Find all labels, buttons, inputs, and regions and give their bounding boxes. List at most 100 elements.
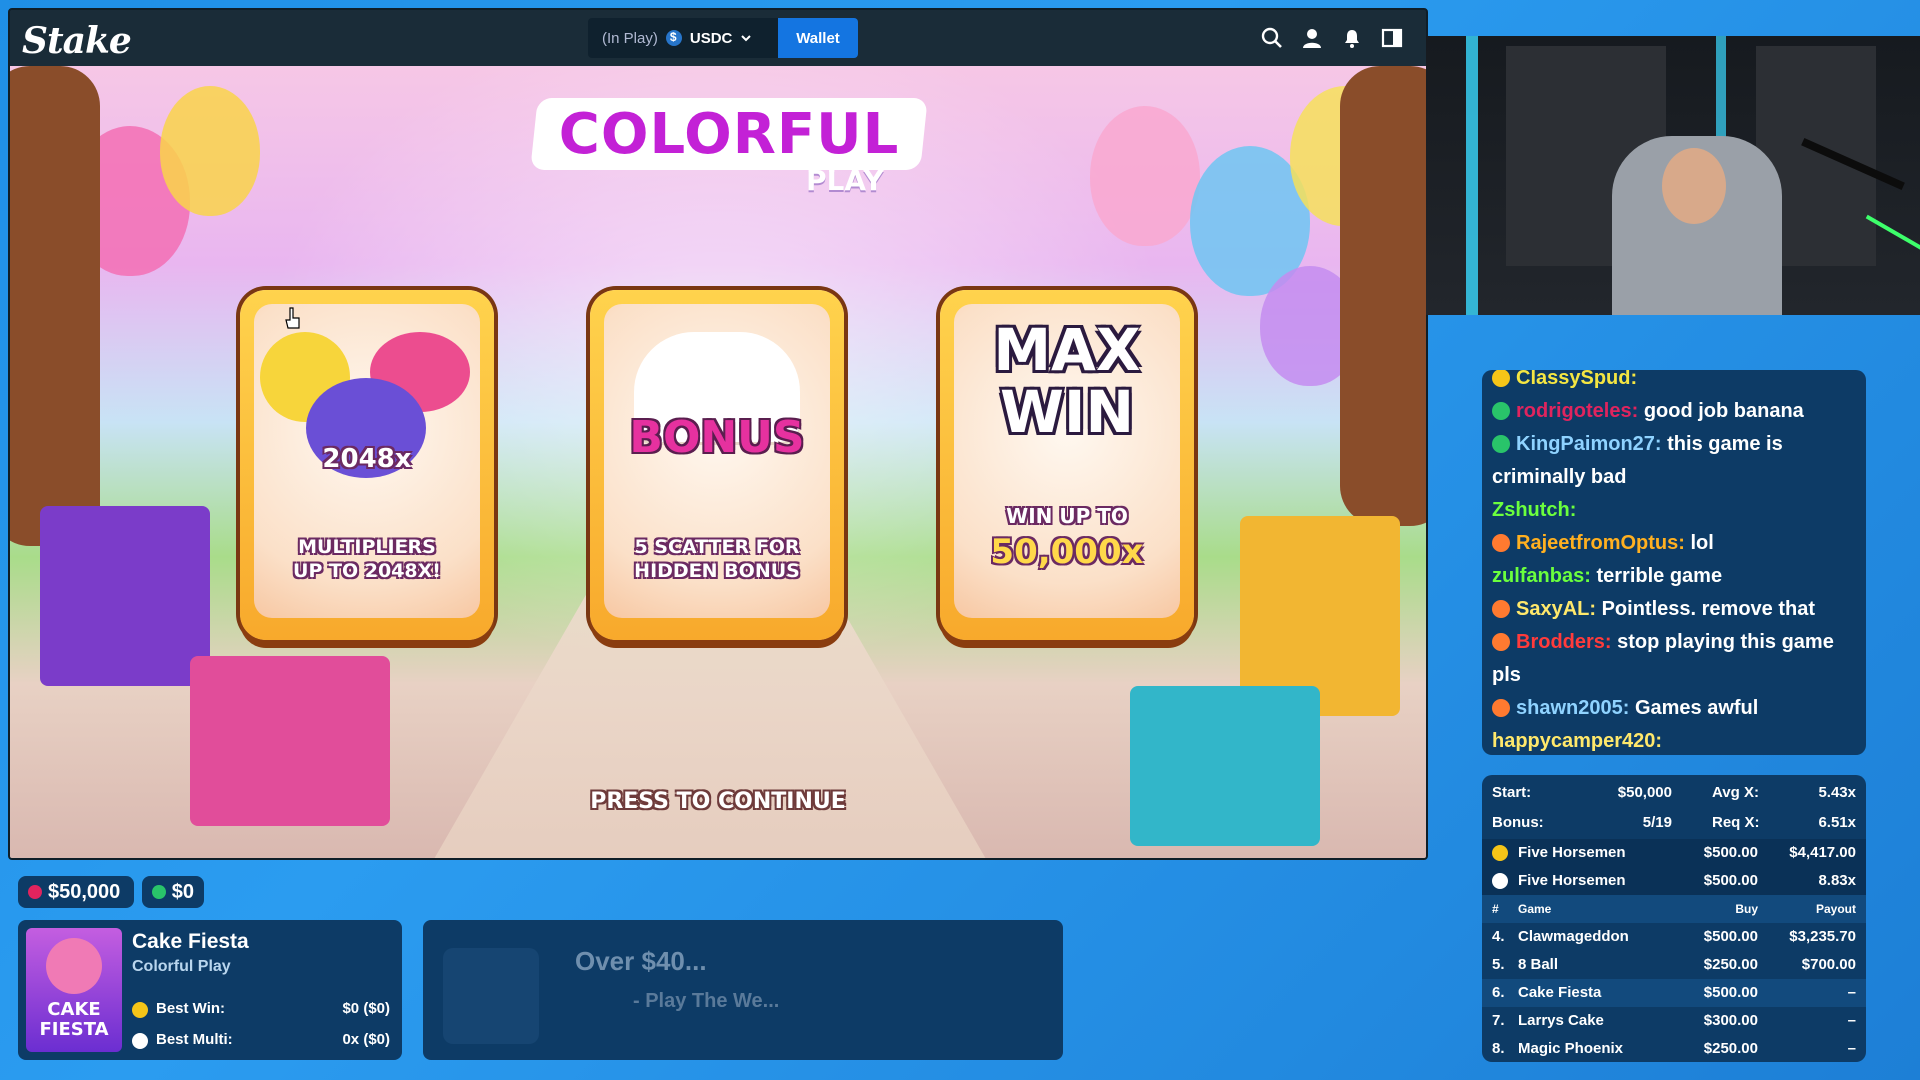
row-num: 6. [1492,984,1505,1001]
header-payout: Payout [1815,902,1856,916]
search-icon[interactable] [1260,26,1284,50]
chat-message: shawn2005: Games awful [1492,692,1858,725]
balloon-decoration [1090,106,1200,246]
chat-message: zulfanbas: terrible game [1492,560,1858,593]
chat-text: stop playing this game [1617,631,1834,653]
chat-message: ClassySpud: [1492,370,1858,395]
chat-username[interactable]: zulfanbas: [1492,565,1591,587]
chat-username[interactable]: RajeetfromOptus: [1516,532,1685,554]
start-balance: $50,000 [48,880,121,903]
promo-subtitle: - Play The We... [633,990,780,1012]
chat-text: good job banana [1643,400,1804,422]
feature-card-bonus[interactable]: BONUS 5 SCATTER FOR HIDDEN BONUS [590,290,844,640]
currency-selector[interactable]: (In Play) USDC [588,18,778,58]
chat-message: pls [1492,659,1858,692]
press-to-continue[interactable]: PRESS TO CONTINUE [10,789,1426,814]
chat-badge-icon [1492,402,1510,420]
stake-logo[interactable]: Stake [22,20,132,62]
row-buy: $500.00 [1703,928,1758,945]
row-num: 4. [1492,928,1505,945]
chat-text: lol [1690,532,1714,554]
row-buy: $500.00 [1703,984,1758,1001]
bonus-value: 5/19 [1642,814,1672,831]
row-buy: $300.00 [1703,1012,1758,1029]
max-win-art-line2: WIN [999,378,1135,446]
row-num: 5. [1492,956,1505,973]
multiplier-icon [1492,873,1508,889]
feature-card-max-win[interactable]: MAX WIN WIN UP TO 50,000x [940,290,1194,640]
table-row: 4. Clawmageddon $500.00 $3,235.70 [1482,923,1866,951]
row-payout: – [1847,984,1856,1001]
start-balance-pill: $50,000 [18,876,134,908]
game-name: Cake Fiesta [132,930,249,953]
best-multi-label: Best Multi: [156,1031,233,1048]
best-game-buy: $500.00 [1703,872,1758,889]
card-inner: 2048x MULTIPLIERS UP TO 2048X! [254,304,480,618]
gift-decoration [40,506,210,686]
led-strip-decoration [1466,36,1478,315]
stake-topbar: Stake (In Play) USDC Wallet [10,10,1426,66]
row-buy: $250.00 [1703,1040,1758,1057]
row-game: 8 Ball [1518,956,1559,973]
profit-pill: $0 [142,876,204,908]
best-game-buy: $500.00 [1703,844,1758,861]
bonus-label: Bonus: [1492,814,1544,831]
row-buy: $250.00 [1703,956,1758,973]
chat-username[interactable]: Brodders: [1516,631,1612,653]
usdc-icon [665,30,682,46]
chat-username[interactable]: ClassySpud: [1516,370,1637,389]
chat-text: terrible game [1596,565,1723,587]
sidebar-toggle-icon[interactable] [1380,26,1404,50]
start-value: $50,000 [1617,784,1672,801]
card-caption-line2: UP TO 2048X! [293,560,441,582]
game-subtitle: PLAY [806,164,884,197]
chat-text: Pointless. remove that [1601,598,1815,620]
best-multi-value: 0x ($0) [342,1031,390,1048]
trophy-icon [1492,845,1508,861]
reqx-label: Req X: [1712,814,1760,831]
chat-badge-icon [1492,633,1510,651]
chat-username[interactable]: Zshutch: [1492,499,1576,521]
best-win-row: Five Horsemen $500.00 $4,417.00 [1482,839,1866,867]
chat-badge-icon [1492,370,1510,387]
game-canvas[interactable]: COLORFUL PLAY 2048x MULTIPLIERS UP TO 20… [10,66,1426,858]
user-icon[interactable] [1300,26,1324,50]
card-inner: MAX WIN WIN UP TO 50,000x [954,304,1180,618]
chat-username[interactable]: KingPaimon27: [1516,433,1662,455]
table-row: 7. Larrys Cake $300.00 – [1482,1007,1866,1035]
best-game-name: Five Horsemen [1518,872,1626,889]
streamer-face [1662,148,1726,224]
stats-summary-row: Start: $50,000 Avg X: 5.43x [1482,779,1866,807]
row-game: Clawmageddon [1518,928,1629,945]
chat-message: KingPaimon27: this game is [1492,428,1858,461]
row-payout: $3,235.70 [1789,928,1856,945]
chat-username[interactable]: rodrigoteles: [1516,400,1638,422]
chat-username[interactable]: happycamper420: [1492,730,1662,752]
chat-text: pls [1492,664,1521,686]
bonus-art-text: BONUS [629,412,805,463]
best-game-result: 8.83x [1818,872,1856,889]
promo-title: Over $40... [575,946,707,976]
stats-table-header: # Game Buy Payout [1482,895,1866,923]
tree-decoration [1340,66,1426,526]
card-caption-line1: WIN UP TO [1006,504,1128,528]
hand-cursor-icon [285,307,300,329]
row-game: Magic Phoenix [1518,1040,1624,1057]
thumb-line1: CAKE [47,999,101,1020]
avgx-value: 5.43x [1818,784,1856,801]
promo-panel: Over $40... - Play The We... [423,920,1063,1060]
row-payout: $700.00 [1801,956,1856,973]
row-payout: – [1847,1040,1856,1057]
chevron-down-icon [741,35,752,42]
max-win-art-line1: MAX [993,316,1141,384]
chat-text: criminally bad [1492,466,1627,488]
chat-message: rodrigoteles: good job banana [1492,395,1858,428]
chat-username[interactable]: SaxyAL: [1516,598,1596,620]
chat-panel: ClassySpud: rodrigoteles: good job banan… [1482,370,1866,755]
chat-username[interactable]: shawn2005: [1516,697,1629,719]
bell-icon[interactable] [1340,26,1364,50]
wallet-button[interactable]: Wallet [778,18,858,58]
best-multi-row: Five Horsemen $500.00 8.83x [1482,867,1866,895]
feature-card-multipliers[interactable]: 2048x MULTIPLIERS UP TO 2048X! [240,290,494,640]
row-game: Cake Fiesta [1518,984,1602,1001]
